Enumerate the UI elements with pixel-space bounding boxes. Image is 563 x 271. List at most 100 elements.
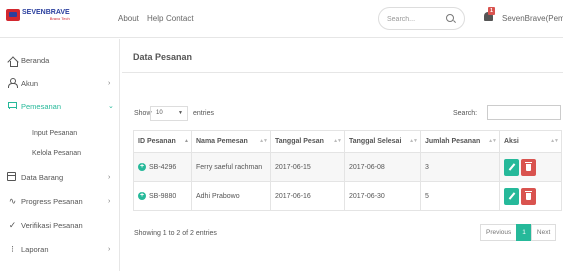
column-header-label: ID Pesanan bbox=[138, 138, 176, 145]
cell-id-text: SB-9880 bbox=[149, 192, 177, 200]
cell-jumlah: 3 bbox=[420, 152, 500, 182]
pencil-icon bbox=[508, 162, 515, 171]
sidebar-item-label: Progress Pesanan bbox=[21, 196, 83, 206]
expand-row-icon[interactable]: + bbox=[138, 163, 146, 171]
column-header-label: Jumlah Pesanan bbox=[425, 138, 481, 145]
sidebar-item-progress-pesanan[interactable]: ∿ Progress Pesanan › bbox=[0, 194, 120, 208]
pencil-icon bbox=[508, 191, 515, 200]
sort-icon: ▲▼ bbox=[488, 138, 497, 144]
chevron-right-icon: › bbox=[108, 173, 111, 181]
chevron-right-icon: › bbox=[108, 245, 111, 253]
show-label: Show bbox=[134, 110, 152, 117]
sort-asc-icon: ▲ bbox=[184, 138, 189, 144]
cell-tanggal-pesan: 2017-06-15 bbox=[270, 152, 345, 182]
cell-id: + SB-4296 bbox=[133, 152, 192, 182]
page-title: Data Pesanan bbox=[133, 52, 193, 62]
nav-link-help[interactable]: Help bbox=[147, 14, 163, 23]
pagination-page-1[interactable]: 1 bbox=[516, 224, 532, 241]
header-search bbox=[378, 7, 465, 30]
search-icon[interactable] bbox=[446, 14, 454, 22]
nav-link-about[interactable]: About bbox=[118, 14, 139, 23]
check-icon: ✓ bbox=[8, 219, 17, 230]
edit-button[interactable] bbox=[504, 187, 519, 205]
delete-button[interactable] bbox=[521, 158, 536, 176]
orders-table: ID Pesanan ▲ Nama Pemesan ▲▼ Tanggal Pesan… bbox=[133, 130, 562, 211]
notification-badge: 1 bbox=[488, 7, 495, 15]
delete-button[interactable] bbox=[521, 187, 536, 205]
pagination: Previous 1 Next bbox=[480, 224, 557, 241]
cell-jumlah: 5 bbox=[420, 181, 500, 211]
sidebar-item-beranda[interactable]: Beranda bbox=[0, 53, 120, 67]
edit-button[interactable] bbox=[504, 158, 519, 176]
sidebar-item-data-barang[interactable]: Data Barang › bbox=[0, 170, 120, 184]
pagination-next[interactable]: Next bbox=[530, 224, 557, 241]
trash-icon bbox=[525, 161, 532, 171]
column-header-label: Tanggal Selesai bbox=[349, 138, 402, 145]
cell-id-text: SB-4296 bbox=[149, 163, 177, 171]
page-length-value: 10 bbox=[156, 110, 163, 116]
sidebar-item-akun[interactable]: Akun › bbox=[0, 76, 120, 90]
sort-icon: ▲▼ bbox=[259, 138, 268, 144]
report-icon: ⁝ bbox=[11, 243, 14, 254]
logo-mark-icon bbox=[6, 9, 20, 21]
cell-nama: Adhi Prabowo bbox=[191, 181, 271, 211]
home-icon bbox=[7, 55, 18, 67]
table-info: Showing 1 to 2 of 2 entries bbox=[134, 230, 217, 237]
sidebar-subitem-kelola-pesanan[interactable]: Kelola Pesanan bbox=[32, 150, 81, 157]
table-row: + SB-9880 Adhi Prabowo 2017-06-16 2017-06… bbox=[133, 181, 562, 211]
cart-icon bbox=[7, 101, 18, 112]
calendar-icon bbox=[7, 171, 18, 183]
cell-aksi bbox=[499, 181, 562, 211]
sidebar-subitem-input-pesanan[interactable]: Input Pesanan bbox=[32, 130, 77, 137]
pulse-icon: ∿ bbox=[8, 195, 17, 206]
logo-text: SEVENBRAVE bbox=[22, 9, 70, 16]
chevron-right-icon: › bbox=[108, 197, 111, 205]
cell-tanggal-selesai: 2017-06-30 bbox=[344, 181, 421, 211]
table-search-input[interactable] bbox=[487, 105, 561, 120]
title-divider bbox=[122, 72, 563, 73]
sidebar-item-label: Data Barang bbox=[21, 172, 64, 182]
cell-tanggal-pesan: 2017-06-16 bbox=[270, 181, 345, 211]
page-length-select[interactable]: 10 ▼ bbox=[150, 106, 188, 121]
caret-down-icon: ▼ bbox=[178, 110, 183, 116]
top-navbar: SEVENBRAVE Bravo Tech About Help Contact… bbox=[0, 0, 563, 38]
trash-icon bbox=[525, 190, 532, 200]
sidebar-item-label: Verifikasi Pesanan bbox=[21, 220, 83, 230]
sidebar-item-laporan[interactable]: ⁝ Laporan › bbox=[0, 242, 120, 256]
sort-icon: ▲▼ bbox=[550, 138, 559, 144]
user-icon bbox=[7, 77, 18, 89]
pagination-previous[interactable]: Previous bbox=[480, 224, 518, 241]
logo-wordmark: SEVENBRAVE Bravo Tech bbox=[22, 9, 70, 21]
chevron-down-icon: ⌄ bbox=[108, 103, 114, 110]
sidebar-item-label: Akun bbox=[21, 78, 39, 88]
column-header-label: Nama Pemesan bbox=[196, 138, 248, 145]
column-header-jumlah[interactable]: Jumlah Pesanan ▲▼ bbox=[420, 130, 500, 153]
header-search-input[interactable] bbox=[387, 13, 447, 25]
column-header-tanggal-selesai[interactable]: Tanggal Selesai ▲▼ bbox=[344, 130, 421, 153]
table-row: + SB-4296 Ferry saeful rachman 2017-06-15… bbox=[133, 152, 562, 182]
column-header-tanggal-pesan[interactable]: Tanggal Pesan ▲▼ bbox=[270, 130, 345, 153]
user-menu[interactable]: SevenBrave(Pemilik) bbox=[502, 14, 563, 23]
sidebar: Beranda Akun › Pemesanan ⌄ Input Pesanan… bbox=[0, 39, 120, 271]
cell-aksi bbox=[499, 152, 562, 182]
sidebar-item-verifikasi-pesanan[interactable]: ✓ Verifikasi Pesanan bbox=[0, 218, 120, 232]
notifications-button[interactable]: 1 bbox=[484, 7, 495, 22]
table-search-label: Search: bbox=[453, 110, 478, 117]
sidebar-item-label: Laporan bbox=[21, 244, 49, 254]
brand-logo[interactable]: SEVENBRAVE Bravo Tech bbox=[6, 9, 70, 21]
logo-subtext: Bravo Tech bbox=[49, 16, 70, 21]
sidebar-item-pemesanan[interactable]: Pemesanan ⌄ bbox=[0, 99, 120, 113]
cell-tanggal-selesai: 2017-06-08 bbox=[344, 152, 421, 182]
column-header-nama[interactable]: Nama Pemesan ▲▼ bbox=[191, 130, 271, 153]
column-header-aksi[interactable]: Aksi ▲▼ bbox=[499, 130, 562, 153]
cell-nama: Ferry saeful rachman bbox=[191, 152, 271, 182]
column-header-label: Aksi bbox=[504, 138, 519, 145]
sidebar-item-label: Beranda bbox=[21, 55, 50, 65]
column-header-label: Tanggal Pesan bbox=[275, 138, 324, 145]
sort-icon: ▲▼ bbox=[409, 138, 418, 144]
sidebar-item-label: Pemesanan bbox=[21, 101, 62, 111]
column-header-id[interactable]: ID Pesanan ▲ bbox=[133, 130, 192, 153]
nav-link-contact[interactable]: Contact bbox=[166, 14, 194, 23]
expand-row-icon[interactable]: + bbox=[138, 192, 146, 200]
chevron-right-icon: › bbox=[108, 79, 111, 87]
